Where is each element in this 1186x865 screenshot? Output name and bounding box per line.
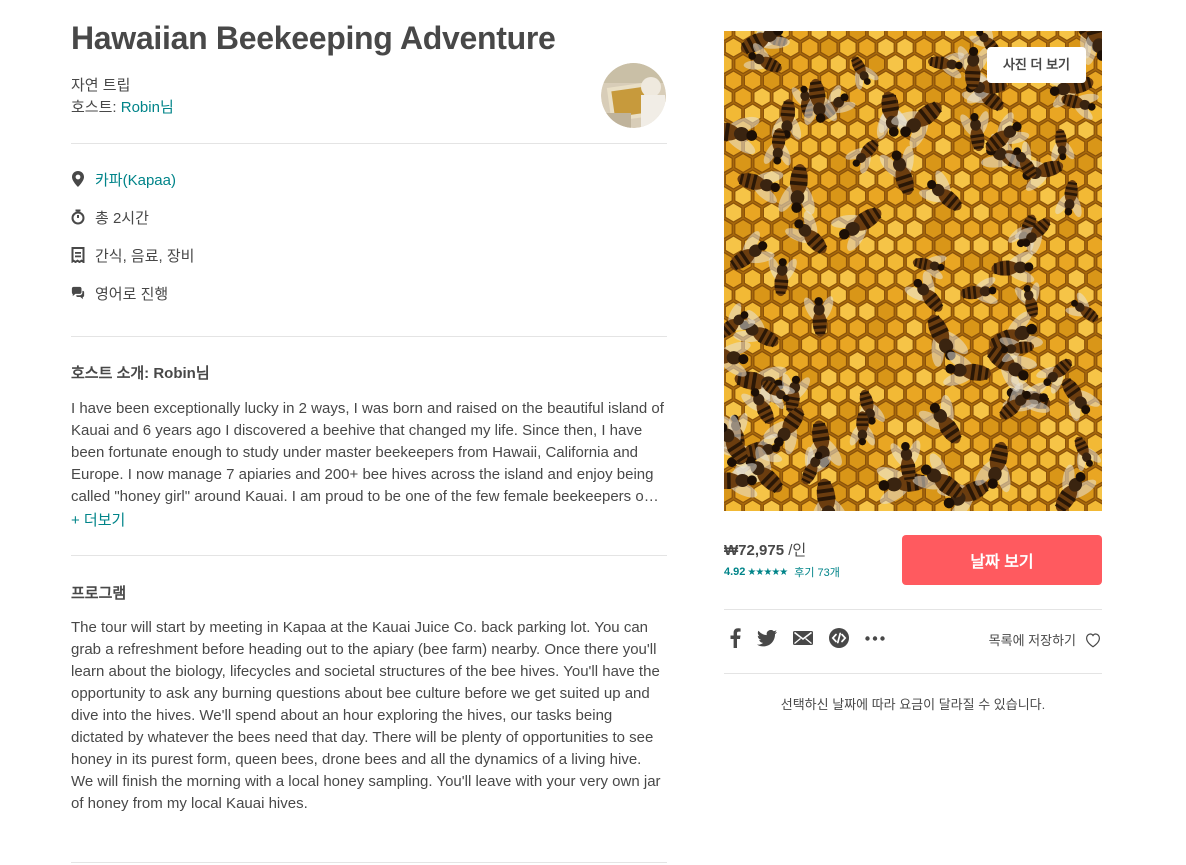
program-section-title: 프로그램: [71, 585, 127, 602]
read-more-link[interactable]: + 더보기: [71, 509, 125, 530]
fact-language: 영어로 진행: [71, 282, 168, 304]
heart-icon: [1086, 632, 1100, 647]
host-line: 호스트: Robin님: [71, 96, 174, 117]
more-photos-button[interactable]: 사진 더 보기: [986, 47, 1086, 83]
location-pin-icon: [71, 171, 85, 187]
fact-location-link[interactable]: 카파(Kapaa): [95, 169, 176, 190]
fact-duration: 총 2시간: [71, 206, 149, 228]
save-to-list-label: 목록에 저장하기: [988, 633, 1076, 648]
rating-line[interactable]: 4.92 ★★★★★ 후기 73개: [724, 564, 840, 580]
twitter-icon[interactable]: [756, 627, 778, 649]
divider: [724, 673, 1102, 674]
see-dates-button[interactable]: 날짜 보기: [902, 535, 1102, 585]
fact-duration-text: 총 2시간: [95, 209, 149, 227]
divider: [724, 609, 1102, 610]
divider: [71, 862, 667, 863]
host-prefix: 호스트:: [71, 99, 121, 116]
host-section-title: 호스트 소개: Robin님: [71, 365, 210, 382]
facebook-icon[interactable]: [724, 627, 746, 649]
price-line: ₩72,975 /인: [724, 539, 806, 560]
page-title: Hawaiian Beekeeping Adventure: [71, 20, 556, 56]
divider: [71, 555, 667, 556]
price-note: 선택하신 날짜에 따라 요금이 달라질 수 있습니다.: [780, 697, 1046, 712]
price-amount: ₩72,975: [724, 542, 785, 559]
divider: [71, 336, 667, 337]
host-avatar[interactable]: [601, 63, 666, 128]
fact-includes: 간식, 음료, 장비: [71, 244, 194, 266]
price-unit: /인: [784, 542, 807, 559]
divider: [71, 143, 667, 144]
experience-category: 자연 트립: [71, 77, 131, 94]
receipt-icon: [71, 247, 85, 263]
host-bio-text: I have been exceptionally lucky in 2 way…: [71, 400, 664, 505]
fact-location: 카파(Kapaa): [71, 168, 176, 190]
fact-language-text: 영어로 진행: [95, 285, 169, 303]
hero-photo[interactable]: 사진 더 보기: [724, 31, 1102, 511]
rating-score: 4.92: [724, 566, 746, 578]
review-count: 후기 73개: [794, 567, 840, 579]
fact-includes-text: 간식, 음료, 장비: [95, 247, 195, 265]
host-bio: I have been exceptionally lucky in 2 way…: [71, 398, 667, 508]
email-icon[interactable]: [792, 627, 814, 649]
honeycomb-bees-image: [724, 31, 1102, 511]
rating-stars-icon: ★★★★★: [747, 566, 788, 578]
host-name-link[interactable]: Robin님: [121, 99, 174, 116]
more-icon[interactable]: [864, 627, 886, 649]
embed-icon[interactable]: [828, 627, 850, 649]
save-to-list-button[interactable]: 목록에 저장하기: [989, 630, 1102, 649]
clock-icon: [71, 209, 85, 225]
chat-bubbles-icon: [71, 285, 85, 301]
program-description: The tour will start by meeting in Kapaa …: [71, 619, 661, 812]
host-avatar-image: [601, 63, 666, 128]
